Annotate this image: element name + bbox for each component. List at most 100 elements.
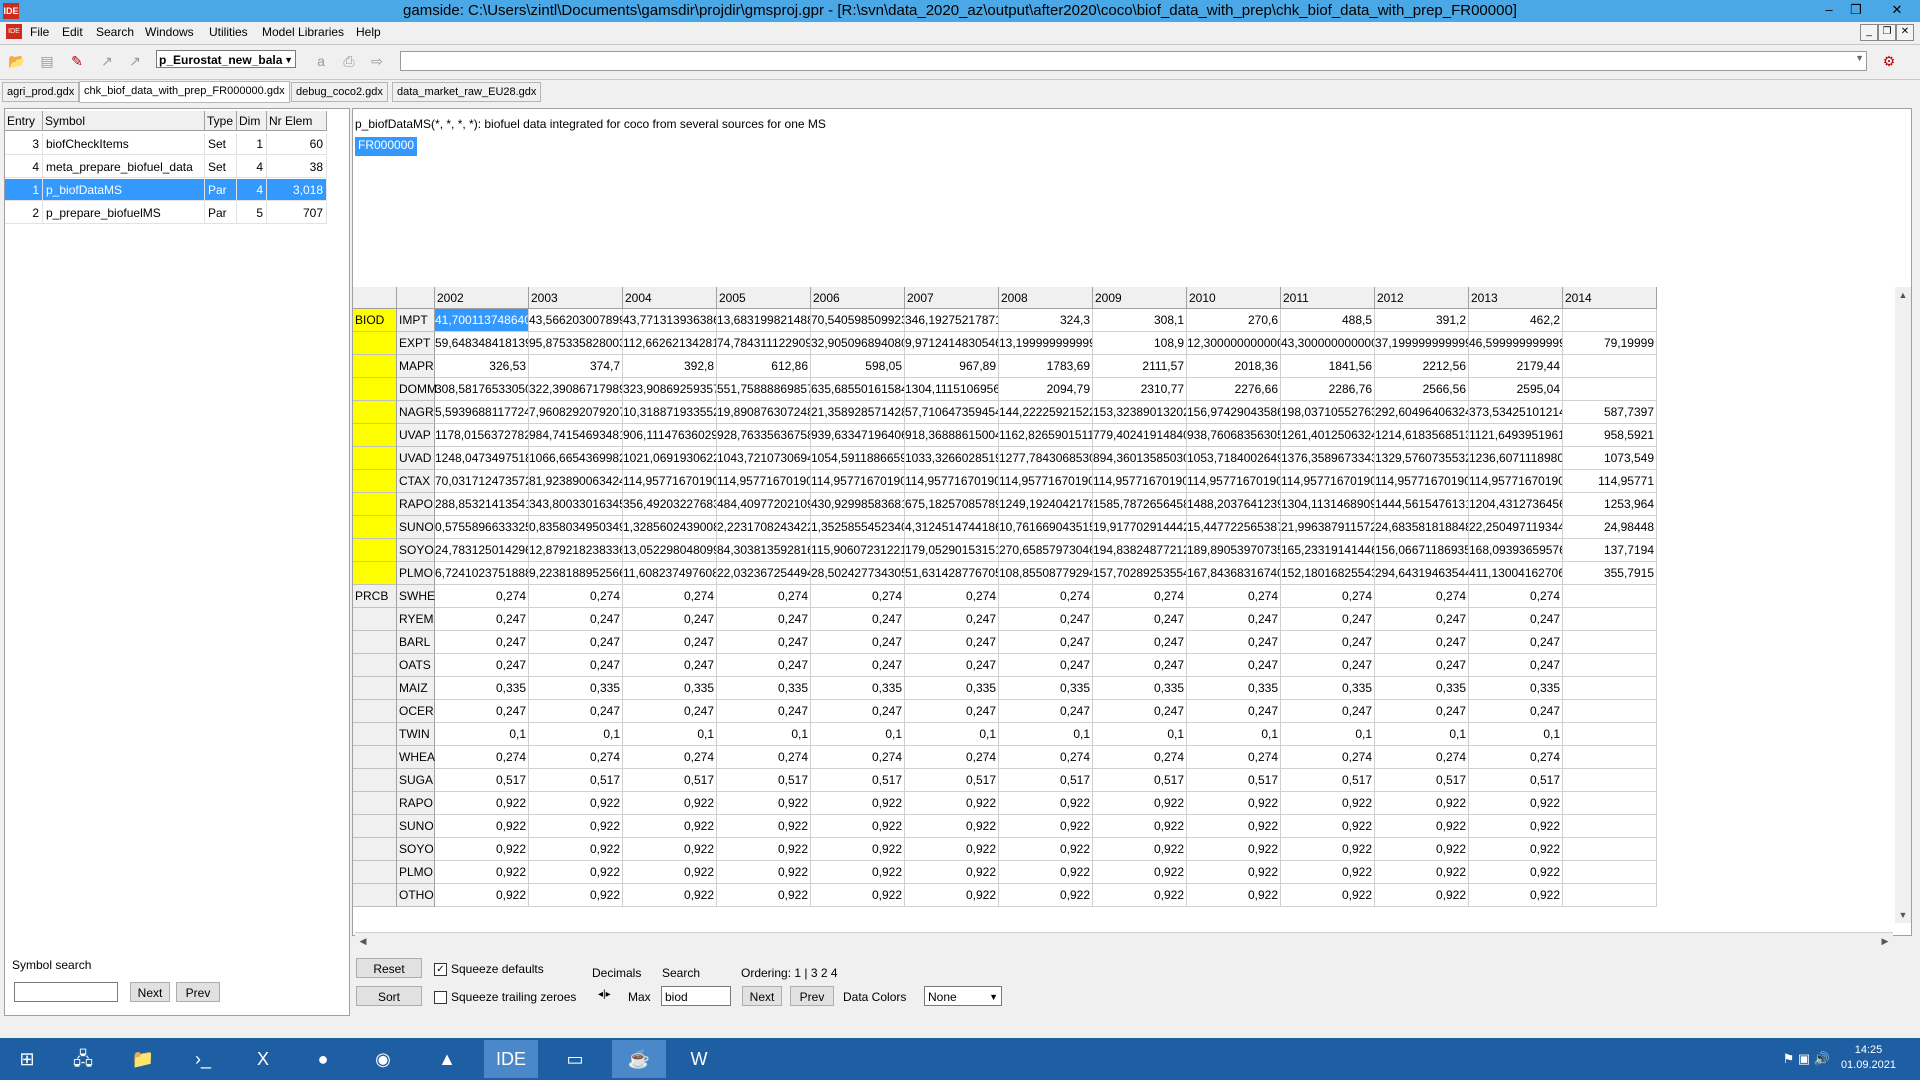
data-cell[interactable]: 2310,77 (1093, 378, 1187, 401)
data-cell[interactable]: 156,97429043586 (1187, 401, 1281, 424)
data-cell[interactable]: 967,89 (905, 355, 999, 378)
data-cell[interactable]: 0,517 (623, 769, 717, 792)
data-cell[interactable]: 70,5405985099235 (811, 309, 905, 332)
data-cell[interactable]: 0,274 (811, 746, 905, 769)
header-nr-elem[interactable]: Nr Elem (267, 111, 327, 131)
data-cell[interactable]: 41,7001137486409 (435, 309, 529, 332)
data-cell[interactable]: 355,7915 (1563, 562, 1657, 585)
data-cell[interactable] (1563, 355, 1657, 378)
data-cell[interactable]: 0,247 (529, 608, 623, 631)
data-cell[interactable]: 114,957716701903 (1281, 470, 1375, 493)
data-cell[interactable] (1563, 309, 1657, 332)
search-input[interactable]: biod (661, 986, 731, 1006)
data-cell[interactable]: 984,741546934815 (529, 424, 623, 447)
data-cell[interactable]: 0,247 (1375, 631, 1469, 654)
data-cell[interactable]: 0,1 (435, 723, 529, 746)
data-cell[interactable]: 0,922 (1375, 815, 1469, 838)
column-header-year[interactable]: 2014 (1563, 287, 1657, 309)
data-cell[interactable]: 587,7397 (1563, 401, 1657, 424)
data-cell[interactable]: 1204,43127364569 (1469, 493, 1563, 516)
data-cell[interactable]: 0,335 (905, 677, 999, 700)
data-cell[interactable] (1563, 677, 1657, 700)
row-header-item[interactable]: RYEM (397, 608, 435, 631)
data-cell[interactable]: 1021,0691930622 (623, 447, 717, 470)
data-cell[interactable]: 0,922 (529, 838, 623, 861)
reset-button[interactable]: Reset (356, 958, 422, 978)
data-cell[interactable]: 0,922 (717, 861, 811, 884)
cmd-icon[interactable]: ▭ (548, 1040, 602, 1078)
data-cell[interactable]: 0,274 (623, 585, 717, 608)
data-cell[interactable]: 0,274 (1375, 746, 1469, 769)
data-cell[interactable]: 0,247 (1187, 631, 1281, 654)
data-cell[interactable]: 0,247 (1469, 631, 1563, 654)
data-cell[interactable]: 1073,549 (1563, 447, 1657, 470)
data-cell[interactable]: 0,247 (905, 631, 999, 654)
row-header-group[interactable] (353, 516, 397, 539)
data-cell[interactable]: 114,957716701903 (623, 470, 717, 493)
data-cell[interactable]: 598,05 (811, 355, 905, 378)
data-cell[interactable]: 0,247 (1375, 608, 1469, 631)
mdi-close-button[interactable]: ✕ (1896, 24, 1914, 41)
column-header-year[interactable]: 2008 (999, 287, 1093, 309)
row-header-item[interactable]: MAIZ (397, 677, 435, 700)
data-cell[interactable]: 0,247 (811, 608, 905, 631)
data-cell[interactable]: 11,6082374976083 (623, 562, 717, 585)
data-cell[interactable]: 0,922 (1187, 884, 1281, 907)
header-dim[interactable]: Dim (237, 111, 267, 131)
data-cell[interactable]: 551,758888698579 (717, 378, 811, 401)
header-type[interactable]: Type (205, 111, 237, 131)
data-cell[interactable]: 0,517 (1375, 769, 1469, 792)
menu-utilities[interactable]: Utilities (209, 25, 248, 39)
row-header-group[interactable]: PRCB (353, 585, 397, 608)
column-header-year[interactable]: 2004 (623, 287, 717, 309)
row-header-group[interactable] (353, 769, 397, 792)
data-cell[interactable]: 939,633471964061 (811, 424, 905, 447)
data-cell[interactable]: 0,247 (435, 654, 529, 677)
data-cell[interactable]: 0,247 (623, 631, 717, 654)
data-cell[interactable]: 95,8753358280039 (529, 332, 623, 355)
row-header-item[interactable]: OATS (397, 654, 435, 677)
data-cell[interactable]: 0,922 (1281, 792, 1375, 815)
data-cell[interactable]: 22,2504971193442 (1469, 516, 1563, 539)
data-cell[interactable] (1563, 631, 1657, 654)
data-cell[interactable]: 356,492032276836 (623, 493, 717, 516)
data-cell[interactable]: 6,72410237518887 (435, 562, 529, 585)
data-cell[interactable]: 0,247 (1093, 654, 1187, 677)
data-cell[interactable]: 779,402419148404 (1093, 424, 1187, 447)
row-header-group[interactable] (353, 677, 397, 700)
data-cell[interactable]: 958,5921 (1563, 424, 1657, 447)
data-cell[interactable]: 0,922 (529, 861, 623, 884)
data-cell[interactable]: 1783,69 (999, 355, 1093, 378)
data-cell[interactable]: 0,247 (999, 700, 1093, 723)
data-cell[interactable]: 0,1 (717, 723, 811, 746)
data-cell[interactable]: 0,247 (1187, 608, 1281, 631)
row-header-group[interactable] (353, 631, 397, 654)
data-cell[interactable]: 0,922 (1093, 815, 1187, 838)
data-cell[interactable]: 19,9177029144425 (1093, 516, 1187, 539)
menu-search[interactable]: Search (96, 25, 134, 39)
data-cell[interactable]: 270,658579730463 (999, 539, 1093, 562)
data-cell[interactable]: 0,922 (905, 861, 999, 884)
data-cell[interactable]: 0,922 (435, 861, 529, 884)
minimize-button[interactable]: – (1816, 1, 1842, 19)
data-cell[interactable]: 194,838248772129 (1093, 539, 1187, 562)
data-cell[interactable]: 0,517 (905, 769, 999, 792)
data-cell[interactable]: 0,922 (1093, 884, 1187, 907)
data-cell[interactable]: 308,581765330502 (435, 378, 529, 401)
save-icon[interactable]: ▤ (36, 50, 58, 72)
data-cell[interactable]: 0,922 (435, 838, 529, 861)
data-cell[interactable]: 43,7713139363862 (623, 309, 717, 332)
header-symbol[interactable]: Symbol (43, 111, 205, 131)
data-cell[interactable]: 1277,78430685304 (999, 447, 1093, 470)
data-cell[interactable]: 13,052298048099 (623, 539, 717, 562)
data-cell[interactable]: 114,957716701903 (905, 470, 999, 493)
data-cell[interactable]: 392,8 (623, 355, 717, 378)
data-cell[interactable]: 137,7194 (1563, 539, 1657, 562)
data-cell[interactable]: 0,575589663332571 (435, 516, 529, 539)
gams-help-icon[interactable]: ⚙ (1878, 50, 1900, 72)
data-cell[interactable]: 0,247 (529, 631, 623, 654)
row-header-group[interactable] (353, 861, 397, 884)
column-header-year[interactable]: 2006 (811, 287, 905, 309)
row-header-group[interactable] (353, 447, 397, 470)
sort-button[interactable]: Sort (356, 986, 422, 1006)
